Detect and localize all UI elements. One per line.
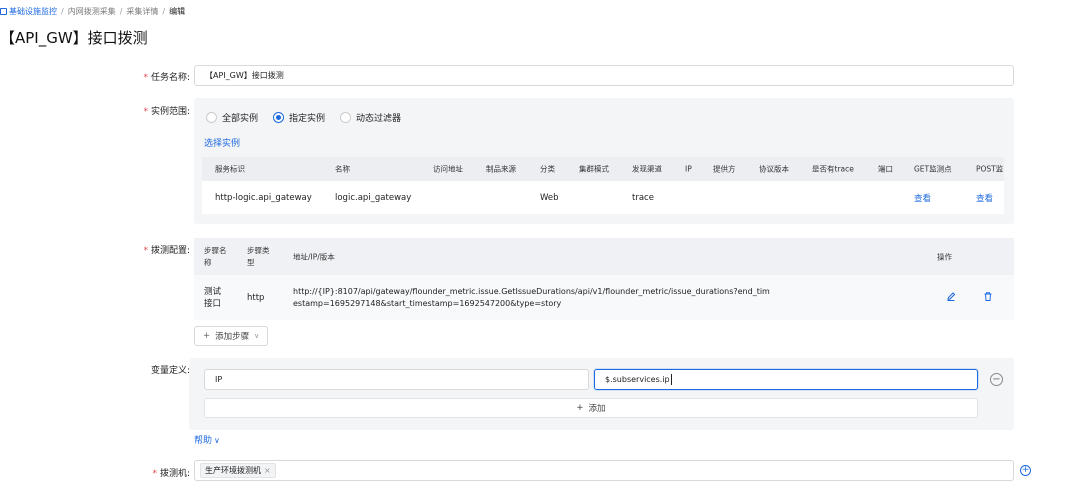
probe-table-header: 步骤名称 步骤类型 地址/IP/版本 操作 <box>194 238 1014 275</box>
plus-icon: + <box>576 403 584 413</box>
probe-config-label: * 拨测配置: <box>143 246 190 256</box>
radio-specified-instances[interactable]: 指定实例 <box>273 111 325 124</box>
breadcrumb-home[interactable]: 基础设施监控 <box>0 6 57 17</box>
probe-config-panel: 步骤名称 步骤类型 地址/IP/版本 操作 测试接口 http http://{… <box>194 238 1014 320</box>
chevron-down-icon: ∨ <box>214 436 220 445</box>
col-step-type: 步骤类型 <box>247 245 270 267</box>
instance-scope-label: * 实例范围: <box>143 107 190 117</box>
variables-label: 变量定义: <box>150 366 190 376</box>
col-post: POST监 <box>976 164 1004 174</box>
breadcrumb-separator: / <box>162 6 166 16</box>
radio-dynamic-filter[interactable]: 动态过滤器 <box>340 111 401 124</box>
required-mark: * <box>152 469 157 479</box>
radio-dot <box>273 112 285 123</box>
col-step-name: 步骤名称 <box>204 245 227 267</box>
remove-variable-icon[interactable]: − <box>990 373 1003 386</box>
edit-page: 基础设施监控 / 内网拨测采集 / 采集详情 / 编辑 【API_GW】接口拨测… <box>0 0 1080 493</box>
edit-icon[interactable] <box>946 291 956 304</box>
chevron-down-icon: ∨ <box>254 332 260 340</box>
required-mark: * <box>143 107 148 117</box>
close-icon[interactable]: × <box>264 466 271 475</box>
breadcrumb-separator: / <box>119 6 123 16</box>
delete-icon[interactable] <box>983 291 993 304</box>
radio-dot <box>206 112 217 123</box>
col-address: 地址/IP/版本 <box>293 252 335 261</box>
variable-value-input[interactable]: $.subservices.ip <box>594 369 978 390</box>
prober-tag: 生产环境拨测机 × <box>200 463 276 478</box>
radio-dot <box>340 112 352 123</box>
prober-label: * 拨测机: <box>152 469 190 479</box>
scope-radio-group: 全部实例 指定实例 动态过滤器 <box>206 111 416 124</box>
select-instances-link[interactable]: 选择实例 <box>204 136 240 149</box>
row-service-id: http-logic.api_gateway <box>215 192 312 203</box>
instance-table-header: 服务标识 名称 访问地址 制品来源 分类 集群模式 发现渠道 IP 提供方 协议… <box>202 157 1004 181</box>
col-name: 名称 <box>335 164 350 174</box>
add-step-button[interactable]: + 添加步骤 ∨ <box>194 326 269 346</box>
step-address: http://{IP}:8107/api/gateway/flounder_me… <box>293 286 770 308</box>
monitor-icon <box>0 7 7 15</box>
step-name: 测试接口 <box>204 286 222 309</box>
col-category: 分类 <box>540 164 555 174</box>
variable-value-text: $.subservices.ip <box>605 375 670 384</box>
col-artifact: 制品来源 <box>486 164 516 174</box>
breadcrumb-item-2[interactable]: 内网拨测采集 <box>68 6 116 17</box>
variables-panel: IP $.subservices.ip − + 添加 <box>189 358 1014 430</box>
required-mark: * <box>143 246 148 256</box>
col-service-id: 服务标识 <box>215 164 245 174</box>
col-protocol: 协议版本 <box>759 164 789 174</box>
col-get: GET监测点 <box>914 164 952 174</box>
instance-scope-panel: 全部实例 指定实例 动态过滤器 选择实例 服务标识 名称 访问地址 制品来源 分… <box>194 98 1014 224</box>
prober-select[interactable]: 生产环境拨测机 × <box>194 460 1014 481</box>
row-name: logic.api_gateway <box>335 192 412 203</box>
plus-icon: + <box>203 331 211 341</box>
task-name-input[interactable]: 【API_GW】接口拨测 <box>194 65 1014 86</box>
add-variable-button[interactable]: + 添加 <box>204 398 978 418</box>
row-category: Web <box>540 192 559 203</box>
help-link[interactable]: 帮助 ∨ <box>194 433 220 446</box>
col-action: 操作 <box>937 252 952 261</box>
col-provider: 提供方 <box>713 164 736 174</box>
col-ip: IP <box>685 164 692 174</box>
col-port: 端口 <box>878 164 893 174</box>
breadcrumb-separator: / <box>61 6 64 16</box>
col-has-trace: 是否有trace <box>812 164 854 174</box>
breadcrumb-current: 编辑 <box>169 6 186 16</box>
breadcrumb-item-1[interactable]: 基础设施监控 <box>9 6 57 17</box>
task-name-label: * 任务名称: <box>143 73 190 83</box>
required-mark: * <box>143 73 148 83</box>
breadcrumb-item-3[interactable]: 采集详情 <box>126 6 158 17</box>
col-access: 访问地址 <box>433 164 463 174</box>
col-discovery: 发现渠道 <box>632 164 662 174</box>
add-prober-icon[interactable]: + <box>1020 465 1031 476</box>
table-row: 测试接口 http http://{IP}:8107/api/gateway/f… <box>194 275 1014 320</box>
breadcrumb: 基础设施监控 / 内网拨测采集 / 采集详情 / 编辑 <box>0 5 185 17</box>
view-post-link[interactable]: 查看 <box>976 192 993 204</box>
variable-key-input[interactable]: IP <box>204 369 589 390</box>
step-type: http <box>247 292 265 303</box>
page-title: 【API_GW】接口拨测 <box>0 29 148 47</box>
col-cluster: 集群模式 <box>579 164 609 174</box>
text-cursor <box>670 374 672 385</box>
view-get-link[interactable]: 查看 <box>914 192 931 204</box>
radio-all-instances[interactable]: 全部实例 <box>206 111 258 124</box>
table-row: http-logic.api_gateway logic.api_gateway… <box>202 181 1004 214</box>
row-discovery: trace <box>632 192 654 203</box>
